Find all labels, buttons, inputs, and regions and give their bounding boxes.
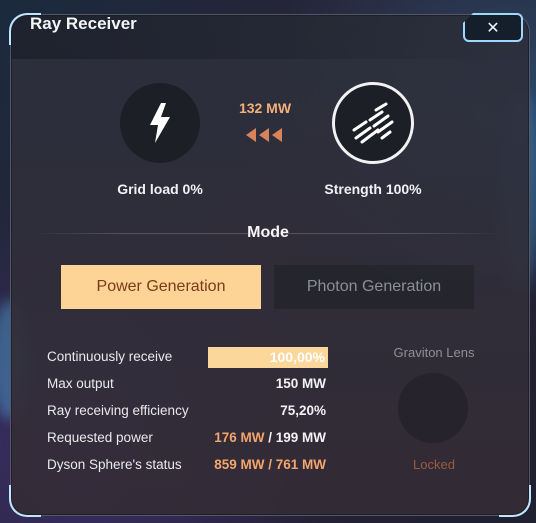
slider-value: 100,00% [269,349,325,365]
grid-load-indicator [120,83,200,163]
graviton-lens-title: Graviton Lens [393,345,475,360]
continuous-receive-slider[interactable]: 100,00% [208,347,328,368]
stat-value: 75,20% [280,403,326,418]
ray-strength-icon [352,102,394,144]
stat-value: 859 MW / 761 MW [214,457,326,472]
window-title: Ray Receiver [30,14,137,33]
triple-left-arrow-icon [246,128,282,142]
tab-power-generation[interactable]: Power Generation [61,265,261,309]
strength-label: Strength 100% [324,181,422,197]
lightning-bolt-icon [150,103,170,143]
stat-label: Requested power [47,430,153,445]
grid-load-label: Grid load 0% [117,181,203,197]
value-separator: / [264,430,276,445]
frame-corner [9,485,41,517]
graviton-lens-state: Locked [413,457,455,472]
tab-photon-generation[interactable]: Photon Generation [274,265,474,309]
stat-label: Continuously receive [47,349,173,364]
graviton-lens-slot[interactable] [398,373,468,443]
strength-indicator [332,82,414,164]
stat-value: 150 MW [275,376,326,391]
stat-label: Max output [47,376,114,391]
close-button[interactable]: ✕ [463,13,523,42]
mode-heading: Mode [247,224,289,241]
frame-corner [499,485,531,517]
stat-label: Ray receiving efficiency [47,403,189,418]
requested-power-current: 176 MW [214,430,265,445]
stat-label: Dyson Sphere's status [47,457,182,472]
stat-value-group: 176 MW / 199 MW [214,430,326,445]
power-flow-value: 132 MW [238,100,292,116]
requested-power-max: 199 MW [275,430,326,445]
close-icon: ✕ [486,18,500,37]
